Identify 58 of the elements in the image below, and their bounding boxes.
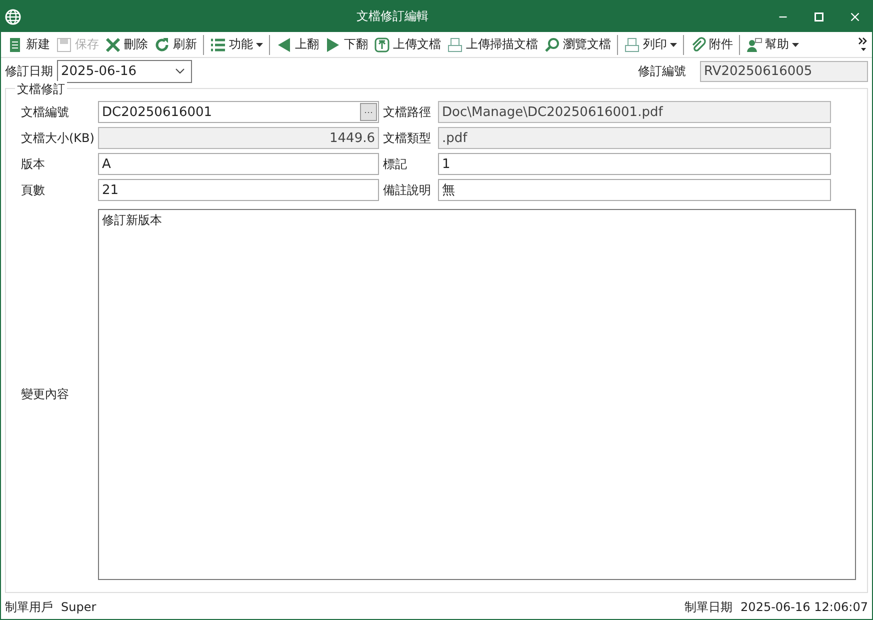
field-label: 文檔大小(KB) (21, 130, 96, 146)
date-picker[interactable]: 2025-06-16 (57, 60, 192, 82)
list-icon (210, 36, 226, 52)
input-field[interactable]: .pdf (438, 127, 831, 149)
input-field[interactable]: 1 (438, 153, 831, 175)
field-label: 變更內容 (21, 386, 70, 403)
browse-button[interactable]: ··· (360, 103, 377, 121)
maximize-icon (813, 10, 825, 22)
toolbar-button[interactable]: 上傳掃描文檔 (444, 34, 541, 56)
field-label: 文檔編號 (21, 104, 70, 120)
group-title: 文檔修訂 (15, 81, 67, 98)
close-icon (849, 10, 861, 22)
input-field[interactable]: RV20250616005 (700, 60, 868, 82)
printer-icon (447, 36, 463, 52)
toolbar-button[interactable]: 瀏覽文檔 (541, 34, 614, 56)
toolbar-button[interactable]: 功能 (207, 34, 266, 56)
toolbar-button[interactable]: 新建 (4, 34, 53, 56)
chevron-down-icon (175, 68, 185, 74)
text-area[interactable]: 修訂新版本 (98, 209, 856, 580)
user-speech-icon (746, 36, 762, 52)
window-title: 文檔修訂編輯 (356, 8, 430, 25)
toolbar-button[interactable]: 上翻 (273, 34, 322, 56)
search-icon (544, 36, 560, 52)
field-label: 頁數 (21, 182, 46, 198)
toolbar-button[interactable]: 幫助 (743, 34, 802, 56)
document-icon (7, 36, 23, 52)
toolbar-button[interactable]: 列印 (621, 34, 680, 56)
upload-icon (374, 36, 390, 52)
field-label: 版本 (21, 156, 46, 172)
field-label: 標記 (383, 156, 408, 172)
right-triangle-icon (325, 36, 341, 52)
status-label: 制單日期 (684, 598, 733, 616)
input-field[interactable]: 無 (438, 179, 831, 201)
toolbar-button[interactable]: 刷新 (151, 34, 200, 56)
toolbar-button[interactable]: 下翻 (322, 34, 371, 56)
printer-icon (624, 36, 640, 52)
input-field[interactable]: DC20250616001 ··· (98, 101, 379, 123)
input-field[interactable]: Doc\Manage\DC20250616001.pdf (438, 101, 831, 123)
overflow-button[interactable] (857, 36, 869, 54)
field-label: 文檔類型 (383, 130, 432, 146)
input-field[interactable]: 21 (98, 179, 379, 201)
left-triangle-icon (276, 36, 292, 52)
delete-icon (105, 36, 121, 52)
input-field[interactable]: 1449.6 (98, 127, 379, 149)
field-label: 修訂編號 (638, 62, 686, 80)
toolbar-button[interactable]: 附件 (687, 34, 736, 56)
toolbar-button[interactable]: 上傳文檔 (371, 34, 444, 56)
toolbar-button[interactable]: 刪除 (102, 34, 151, 56)
paperclip-icon (690, 36, 706, 52)
input-field[interactable]: A (98, 153, 379, 175)
globe-icon (5, 8, 21, 24)
field-label: 文檔路徑 (383, 104, 432, 120)
field-label: 備註說明 (383, 182, 432, 198)
field-label: 修訂日期 (5, 62, 53, 80)
status-label: 制單用戶 (5, 598, 53, 616)
status-value: Super (61, 600, 96, 614)
refresh-icon (154, 36, 170, 52)
status-value: 2025-06-16 12:06:07 (740, 600, 868, 614)
